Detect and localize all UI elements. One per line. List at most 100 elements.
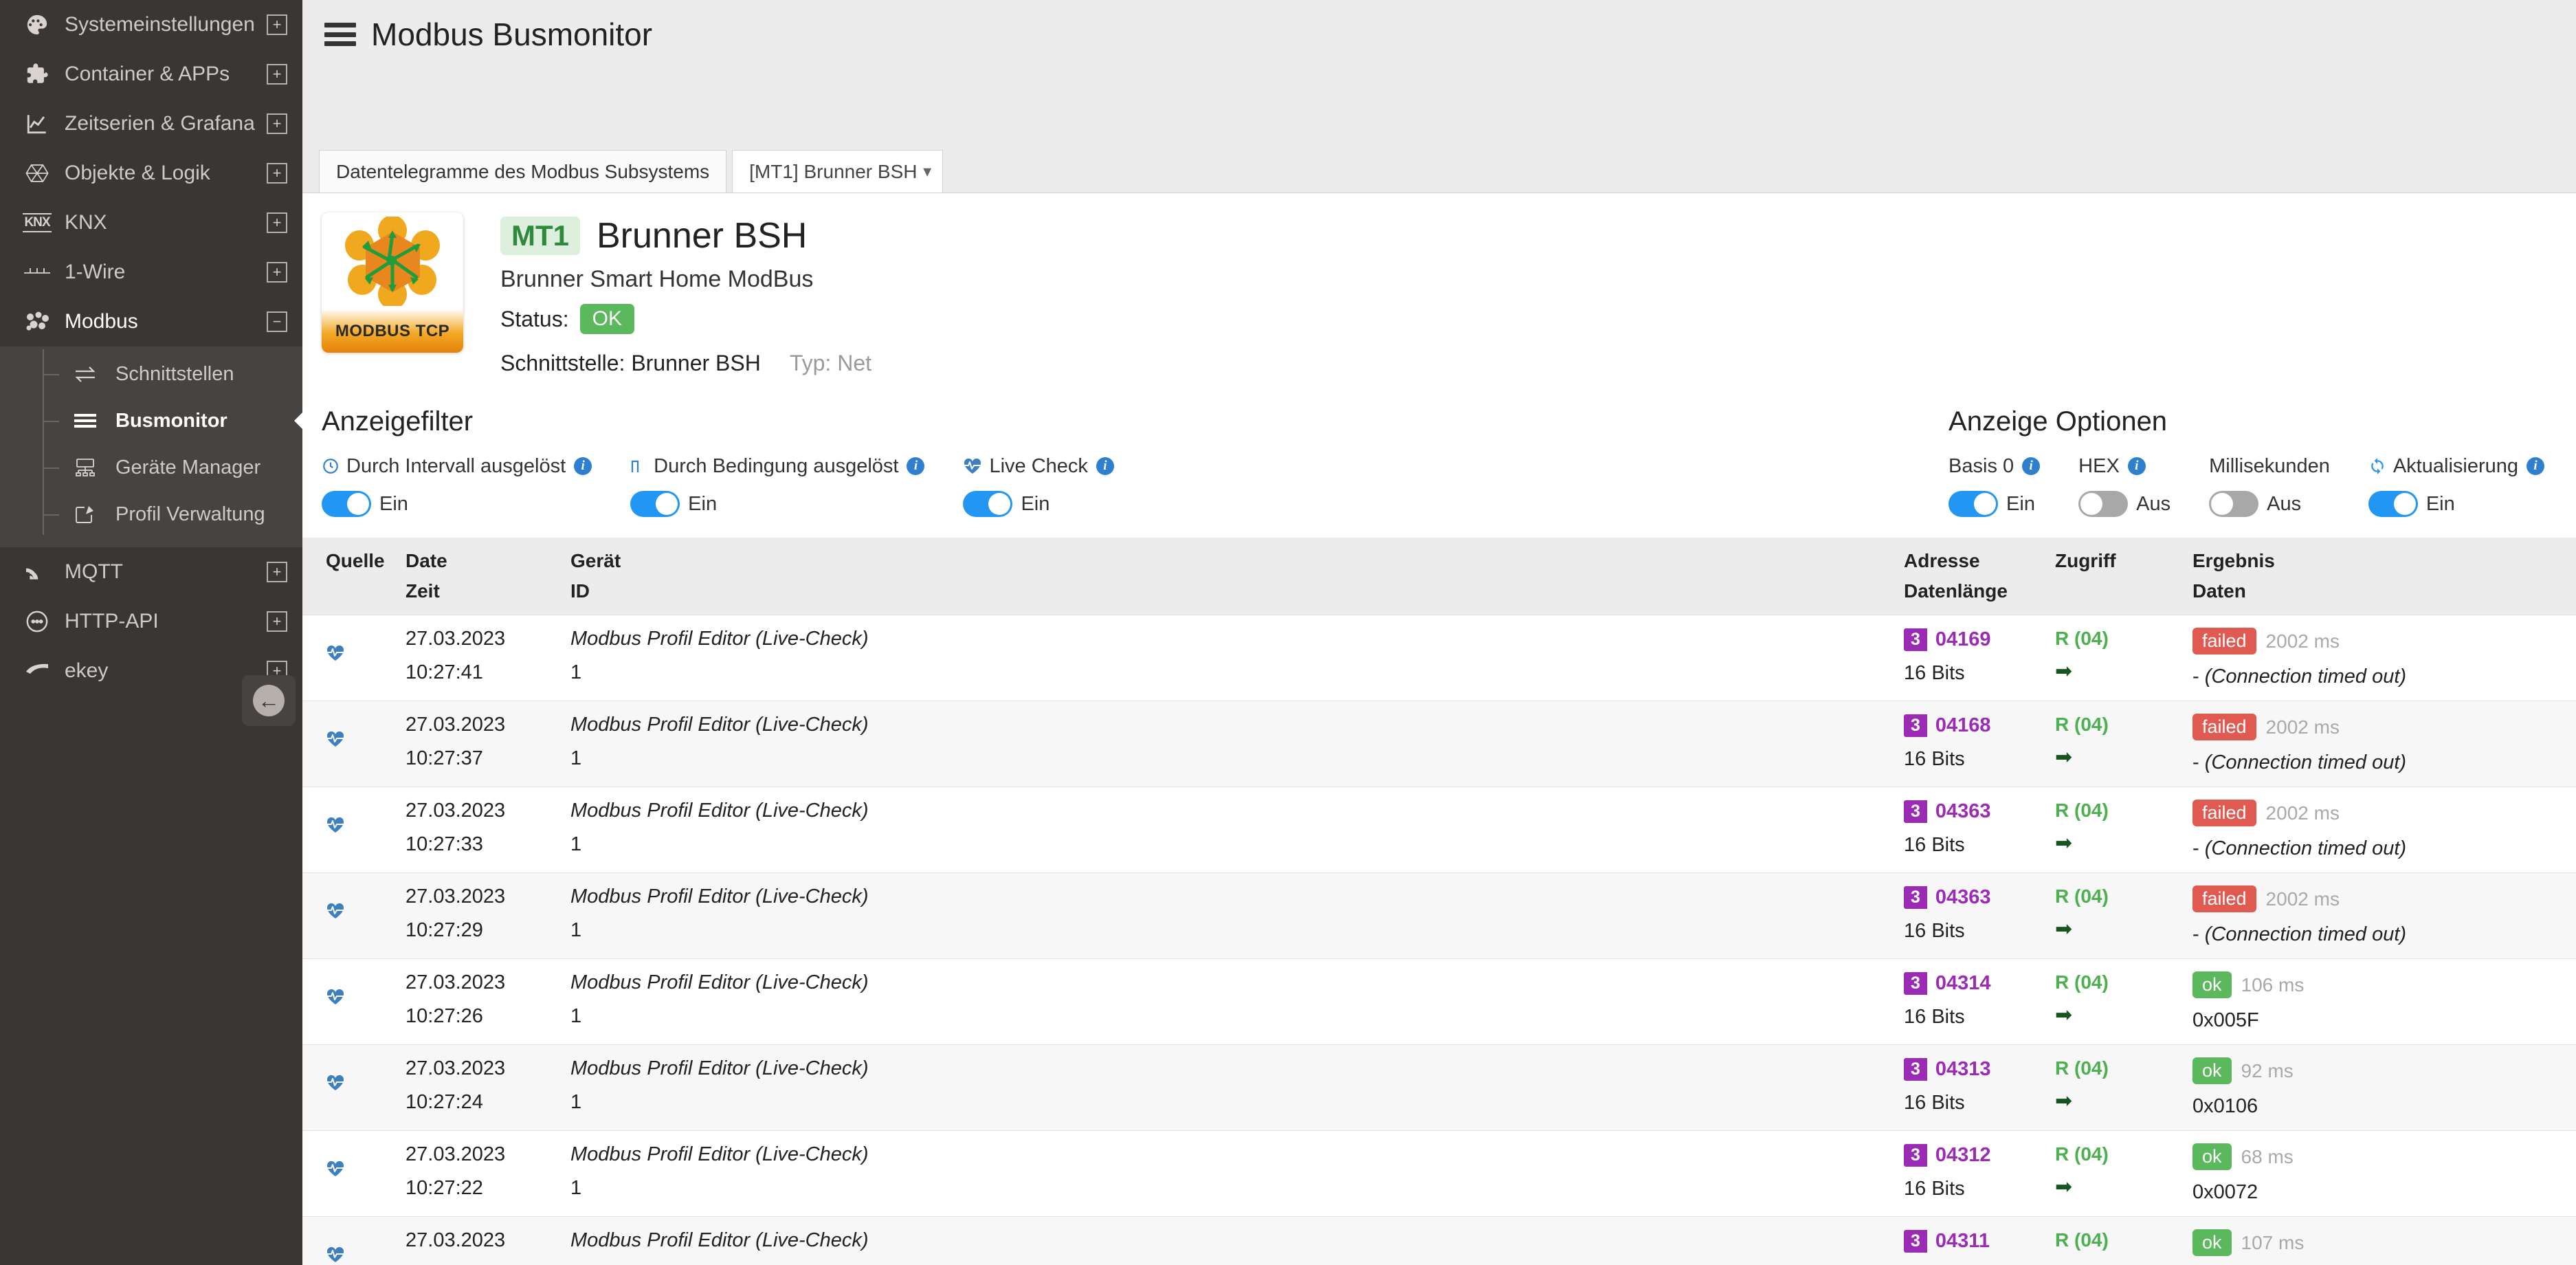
option-label: Aktualisierung <box>2392 454 2518 477</box>
function-code: 3 <box>1904 1058 1927 1081</box>
tab-datentelegramme[interactable]: Datentelegramme des Modbus Subsystems <box>319 150 727 192</box>
expand-icon[interactable]: + <box>267 113 287 134</box>
hamburger-icon[interactable] <box>324 23 356 46</box>
sidebar-item-systemeinstellungen[interactable]: Systemeinstellungen + <box>0 0 302 50</box>
collapse-icon[interactable]: − <box>267 311 287 332</box>
sidebar-item-schnittstellen[interactable]: Schnittstellen <box>0 351 302 397</box>
access-code: R (04) <box>2055 1057 2109 1079</box>
cell-adresse-datenlaenge: 3 04363 16 Bits <box>1904 787 2055 873</box>
heartbeat-icon <box>326 886 345 925</box>
filter-durch-intervall: Durch Intervall ausgelöst i Ein <box>322 452 592 517</box>
sidebar-item-1-wire[interactable]: 1-Wire + <box>0 248 302 297</box>
expand-icon[interactable]: + <box>267 163 287 184</box>
sidebar-item-label: Objekte & Logik <box>65 162 210 184</box>
cell-zugriff: R (04) ➡ <box>2055 1045 2192 1131</box>
table-row[interactable]: 27.03.2023 10:27:22 Modbus Profil Editor (… <box>302 1131 2576 1217</box>
table-head: Quelle Date Zeit Gerät ID Adresse Datenl… <box>302 538 2576 615</box>
modbus-star-icon <box>322 212 463 310</box>
table-row[interactable]: 27.03.2023 10:27:33 Modbus Profil Editor (… <box>302 787 2576 873</box>
cell-datenlaenge: 16 Bits <box>1904 748 1965 770</box>
direction-arrow-icon: ➡ <box>2055 660 2073 683</box>
table-row[interactable]: 27.03.2023 10:27:37 Modbus Profil Editor (… <box>302 701 2576 787</box>
column-header-geraet-id[interactable]: Gerät ID <box>570 538 1904 615</box>
cell-ergebnis-daten: failed 2002 ms - (Connection timed out) <box>2192 873 2576 959</box>
info-icon[interactable]: i <box>574 457 592 475</box>
cell-ergebnis-daten: failed 2002 ms - (Connection timed out) <box>2192 615 2576 701</box>
sidebar-item-label: Profil Verwaltung <box>115 503 265 525</box>
heartbeat-icon <box>963 457 982 475</box>
address-value: 04169 <box>1935 628 1991 650</box>
address-value: 04312 <box>1935 1144 1991 1166</box>
device-select-tab[interactable]: [MT1] Brunner BSH ▾ <box>732 150 954 192</box>
info-icon[interactable]: i <box>2527 457 2544 475</box>
access-code: R (04) <box>2055 800 2109 821</box>
sidebar-item-container-apps[interactable]: Container & APPs + <box>0 50 302 99</box>
cell-zugriff: R (04) ➡ <box>2055 701 2192 787</box>
sidebar-item-modbus[interactable]: Modbus − <box>0 297 302 346</box>
result-badge: failed <box>2192 800 2256 826</box>
diamond-mesh-icon <box>19 163 55 184</box>
sidebar-item-geraete-manager[interactable]: Geräte Manager <box>0 444 302 491</box>
info-icon[interactable]: i <box>2022 457 2041 475</box>
column-header-top: Quelle <box>326 550 385 571</box>
column-header-top: Date <box>406 550 447 571</box>
clock-icon <box>322 457 340 475</box>
puzzle-icon <box>19 63 55 86</box>
table-row[interactable]: 27.03.2023 10:27:24 Modbus Profil Editor (… <box>302 1044 2576 1131</box>
expand-icon[interactable]: + <box>267 64 287 85</box>
anzeige-optionen-title: Anzeige Optionen <box>1948 406 2168 437</box>
function-code: 3 <box>1904 1230 1927 1253</box>
column-header-date-zeit[interactable]: Date Zeit <box>406 538 570 615</box>
sidebar-item-busmonitor[interactable]: Busmonitor <box>0 397 302 444</box>
expand-icon[interactable]: + <box>267 212 287 233</box>
device-subtitle: Brunner Smart Home ModBus <box>500 266 814 292</box>
telegram-table: Quelle Date Zeit Gerät ID Adresse Datenl… <box>302 538 2576 1265</box>
column-header-quelle[interactable]: Quelle <box>302 538 406 615</box>
filter-toggle-durch-bedingung[interactable] <box>630 491 680 517</box>
ekey-icon <box>19 662 55 680</box>
table-row[interactable]: 27.03.2023 10:27:26 Modbus Profil Editor (… <box>302 959 2576 1045</box>
heartbeat-icon <box>326 1229 345 1265</box>
info-icon[interactable]: i <box>2127 457 2146 475</box>
expand-icon[interactable]: + <box>267 14 287 35</box>
expand-icon[interactable]: + <box>267 562 287 582</box>
sidebar-item-knx[interactable]: KNX KNX + <box>0 198 302 248</box>
expand-icon[interactable]: + <box>267 262 287 283</box>
column-header-ergebnis-daten[interactable]: Ergebnis Daten <box>2192 538 2576 615</box>
sidebar-item-http-api[interactable]: HTTP-API + <box>0 597 302 646</box>
address-value: 04363 <box>1935 886 1991 908</box>
cell-geraet-id: Modbus Profil Editor (Live-Check) 1 <box>570 1131 1904 1217</box>
anzeige-optionen-group: Anzeige Optionen Basis 0 i Ein HEX i Aus… <box>1948 406 2557 517</box>
sidebar-item-profil-verwaltung[interactable]: Profil Verwaltung <box>0 491 302 538</box>
access-code: R (04) <box>2055 886 2109 907</box>
option-toggle-hex[interactable] <box>2078 491 2129 517</box>
column-header-zugriff[interactable]: Zugriff <box>2055 538 2192 615</box>
option-toggle-basis-0[interactable] <box>1948 491 1999 517</box>
sidebar-item-mqtt[interactable]: MQTT + <box>0 547 302 597</box>
filter-toggle-durch-intervall[interactable] <box>322 491 371 517</box>
address-chip: 3 04313 <box>1904 1058 1991 1081</box>
direction-arrow-icon: ➡ <box>2055 918 2073 940</box>
filter-toggle-live-check[interactable] <box>963 491 1013 517</box>
sidebar-collapse-button[interactable]: ← <box>242 675 296 726</box>
result-data: - (Connection timed out) <box>2192 751 2407 773</box>
result-duration: 2002 ms <box>2265 716 2340 738</box>
result-line: failed 2002 ms <box>2192 628 2576 654</box>
table-row[interactable]: 27.03.2023 10:27:29 Modbus Profil Editor (… <box>302 872 2576 959</box>
cell-date: 27.03.2023 <box>406 886 506 908</box>
info-icon[interactable]: i <box>1096 457 1114 475</box>
option-toggle-millisekunden[interactable] <box>2209 491 2259 517</box>
column-header-adresse-datenlaenge[interactable]: Adresse Datenlänge <box>1904 538 2055 615</box>
result-badge: ok <box>2192 971 2232 998</box>
sidebar-item-zeitserien-grafana[interactable]: Zeitserien & Grafana + <box>0 99 302 148</box>
table-row[interactable]: 27.03.202310:27:20Modbus Profil Editor (… <box>302 1216 2576 1265</box>
device-select[interactable]: [MT1] Brunner BSH <box>749 161 954 182</box>
sidebar-item-objekte-logik[interactable]: Objekte & Logik + <box>0 148 302 198</box>
function-code: 3 <box>1904 1144 1927 1167</box>
info-icon[interactable]: i <box>907 457 925 475</box>
expand-icon[interactable]: + <box>267 611 287 632</box>
table-row[interactable]: 27.03.2023 10:27:41 Modbus Profil Editor (… <box>302 615 2576 701</box>
cell-date-zeit: 27.03.2023 10:27:24 <box>406 1045 570 1131</box>
cell-datenlaenge: 16 Bits <box>1904 1006 1965 1028</box>
option-toggle-aktualisierung[interactable] <box>2368 491 2418 517</box>
